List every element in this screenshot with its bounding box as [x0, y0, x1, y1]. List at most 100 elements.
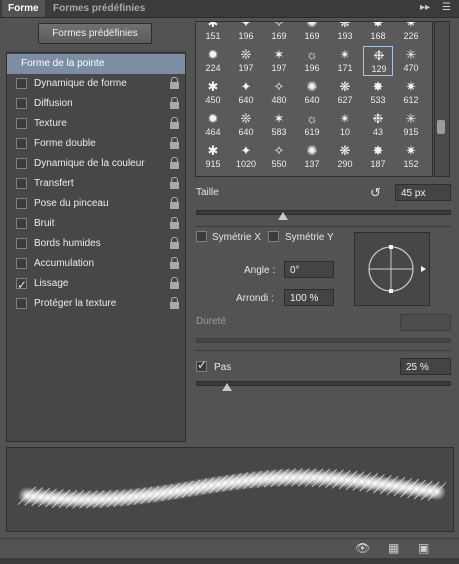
brush-tip-cell[interactable]: ❋ 193: [330, 22, 360, 44]
list-item-protect-texture[interactable]: Protéger la texture: [7, 294, 185, 314]
lock-icon[interactable]: [170, 297, 179, 309]
spacing-slider-knob[interactable]: [221, 383, 232, 391]
size-field[interactable]: 45 px: [395, 184, 451, 201]
lock-icon[interactable]: [170, 137, 179, 149]
brush-tip-cell[interactable]: ❋ 290: [330, 142, 360, 172]
list-item-texture[interactable]: Texture: [7, 114, 185, 134]
hardness-slider-track[interactable]: [196, 338, 451, 343]
brush-tip-cell[interactable]: ✦ 196: [231, 22, 261, 44]
brush-tip-cell[interactable]: ✧ 169: [264, 22, 294, 44]
shape-dynamics-checkbox[interactable]: [16, 78, 27, 89]
brush-tip-cell[interactable]: ✳ 915: [396, 110, 426, 140]
brush-tip-cell[interactable]: ✴ 10: [330, 110, 360, 140]
lock-icon[interactable]: [170, 237, 179, 249]
list-item-smoothing[interactable]: Lissage: [7, 274, 185, 295]
brush-tip-cell[interactable]: ✱ 450: [198, 78, 228, 108]
list-item-wet-edges[interactable]: Bords humides: [7, 234, 185, 254]
list-item-transfer[interactable]: Transfert: [7, 174, 185, 194]
hardness-field[interactable]: [400, 314, 451, 331]
lock-icon[interactable]: [170, 97, 179, 109]
brush-tip-cell[interactable]: ✶ 197: [264, 46, 294, 76]
brush-tip-cell[interactable]: ✴ 171: [330, 46, 360, 76]
brush-tip-cell[interactable]: ✷ 612: [396, 78, 426, 108]
tab-brush-presets[interactable]: Formes prédéfinies: [47, 0, 151, 17]
new-brush-icon[interactable]: ▣: [418, 541, 429, 555]
brush-tip-cell[interactable]: ✸ 187: [363, 142, 393, 172]
spacing-slider-track[interactable]: [196, 381, 451, 386]
tab-brush[interactable]: Forme: [2, 0, 45, 17]
brush-grid-scrollbar[interactable]: [434, 21, 450, 177]
color-dynamics-checkbox[interactable]: [16, 158, 27, 169]
brush-tip-cell[interactable]: ✺ 169: [297, 22, 327, 44]
protect-texture-checkbox[interactable]: [16, 298, 27, 309]
brush-tip-cell[interactable]: ✱ 151: [198, 22, 228, 44]
transfer-checkbox[interactable]: [16, 178, 27, 189]
texture-checkbox[interactable]: [16, 118, 27, 129]
list-item-brush-tip-shape[interactable]: Forme de la pointe: [7, 54, 185, 74]
lock-icon[interactable]: [170, 257, 179, 269]
angle-field[interactable]: 0°: [284, 261, 334, 278]
noise-checkbox[interactable]: [16, 218, 27, 229]
flip-x-checkbox[interactable]: [196, 231, 207, 242]
brush-tip-cell[interactable]: ✹ 224: [198, 46, 228, 76]
brush-tip-cell[interactable]: ✺ 640: [297, 78, 327, 108]
brush-tip-cell[interactable]: ❉ 129: [363, 46, 393, 76]
lock-icon[interactable]: [170, 277, 179, 289]
brush-tip-cell[interactable]: ✦ 640: [231, 78, 261, 108]
brush-tip-cell[interactable]: ☼ 619: [297, 110, 327, 140]
brush-tip-cell[interactable]: ✸ 533: [363, 78, 393, 108]
dual-brush-checkbox[interactable]: [16, 138, 27, 149]
brush-tip-cell[interactable]: ✳ 470: [396, 46, 426, 76]
toggle-live-tip-icon[interactable]: 👁: [355, 541, 370, 555]
brush-tip-cell[interactable]: ✧ 480: [264, 78, 294, 108]
size-slider-track[interactable]: [196, 210, 451, 215]
brush-tip-cell[interactable]: ❊ 197: [231, 46, 261, 76]
brush-grid-scroll-thumb[interactable]: [437, 120, 445, 134]
list-item-scattering[interactable]: Diffusion: [7, 94, 185, 114]
angle-roundness-widget[interactable]: [354, 232, 430, 306]
panel-menu-icon[interactable]: ☰: [442, 2, 451, 13]
list-item-shape-dynamics[interactable]: Dynamique de forme: [7, 74, 185, 94]
lock-icon[interactable]: [170, 217, 179, 229]
spacing-field[interactable]: 25 %: [400, 358, 451, 375]
scattering-checkbox[interactable]: [16, 98, 27, 109]
smoothing-checkbox[interactable]: [16, 275, 27, 295]
brush-tip-thumbnail: ✷: [405, 21, 417, 30]
brush-tip-cell[interactable]: ✱ 915: [198, 142, 228, 172]
brush-pose-checkbox[interactable]: [16, 198, 27, 209]
lock-icon[interactable]: [170, 197, 179, 209]
brush-tip-cell[interactable]: ✶ 583: [264, 110, 294, 140]
spacing-checkbox[interactable]: [196, 358, 207, 372]
wet-edges-checkbox[interactable]: [16, 238, 27, 249]
brush-tip-cell[interactable]: ☼ 196: [297, 46, 327, 76]
brush-tip-cell[interactable]: ✸ 168: [363, 22, 393, 44]
brush-tip-cell[interactable]: ✷ 226: [396, 21, 426, 44]
brush-tip-cell[interactable]: ✦ 1020: [231, 142, 261, 172]
list-item-dual-brush[interactable]: Forme double: [7, 134, 185, 154]
brush-tip-cell[interactable]: ✹ 464: [198, 110, 228, 140]
brush-tip-cell[interactable]: ✷ 152: [396, 142, 426, 172]
roundness-field[interactable]: 100 %: [284, 289, 334, 306]
flip-y-checkbox[interactable]: [268, 231, 279, 242]
lock-icon[interactable]: [170, 157, 179, 169]
brush-grid-icon[interactable]: ▦: [388, 541, 399, 555]
brush-tip-cell[interactable]: ✧ 550: [264, 142, 294, 172]
list-item-build-up[interactable]: Accumulation: [7, 254, 185, 274]
lock-icon[interactable]: [170, 77, 179, 89]
lock-icon[interactable]: [170, 117, 179, 129]
list-item-color-dynamics[interactable]: Dynamique de la couleur: [7, 154, 185, 174]
reset-icon[interactable]: ↺: [370, 185, 381, 201]
brush-presets-button[interactable]: Formes prédéfinies: [38, 23, 152, 44]
double-chevron-right-icon[interactable]: ▸▸: [420, 2, 430, 13]
brush-tip-cell[interactable]: ❋ 627: [330, 78, 360, 108]
brush-tip-cell[interactable]: ❉ 43: [363, 110, 393, 140]
lock-icon[interactable]: [170, 177, 179, 189]
brush-tip-thumbnail: ✦: [240, 143, 252, 158]
build-up-checkbox[interactable]: [16, 258, 27, 269]
list-item-noise[interactable]: Bruit: [7, 214, 185, 234]
brush-tip-cell[interactable]: ❊ 640: [231, 110, 261, 140]
brush-tip-cell[interactable]: ✺ 137: [297, 142, 327, 172]
resize-grip[interactable]: [0, 558, 459, 564]
list-item-brush-pose[interactable]: Pose du pinceau: [7, 194, 185, 214]
size-slider-knob[interactable]: [277, 212, 288, 220]
